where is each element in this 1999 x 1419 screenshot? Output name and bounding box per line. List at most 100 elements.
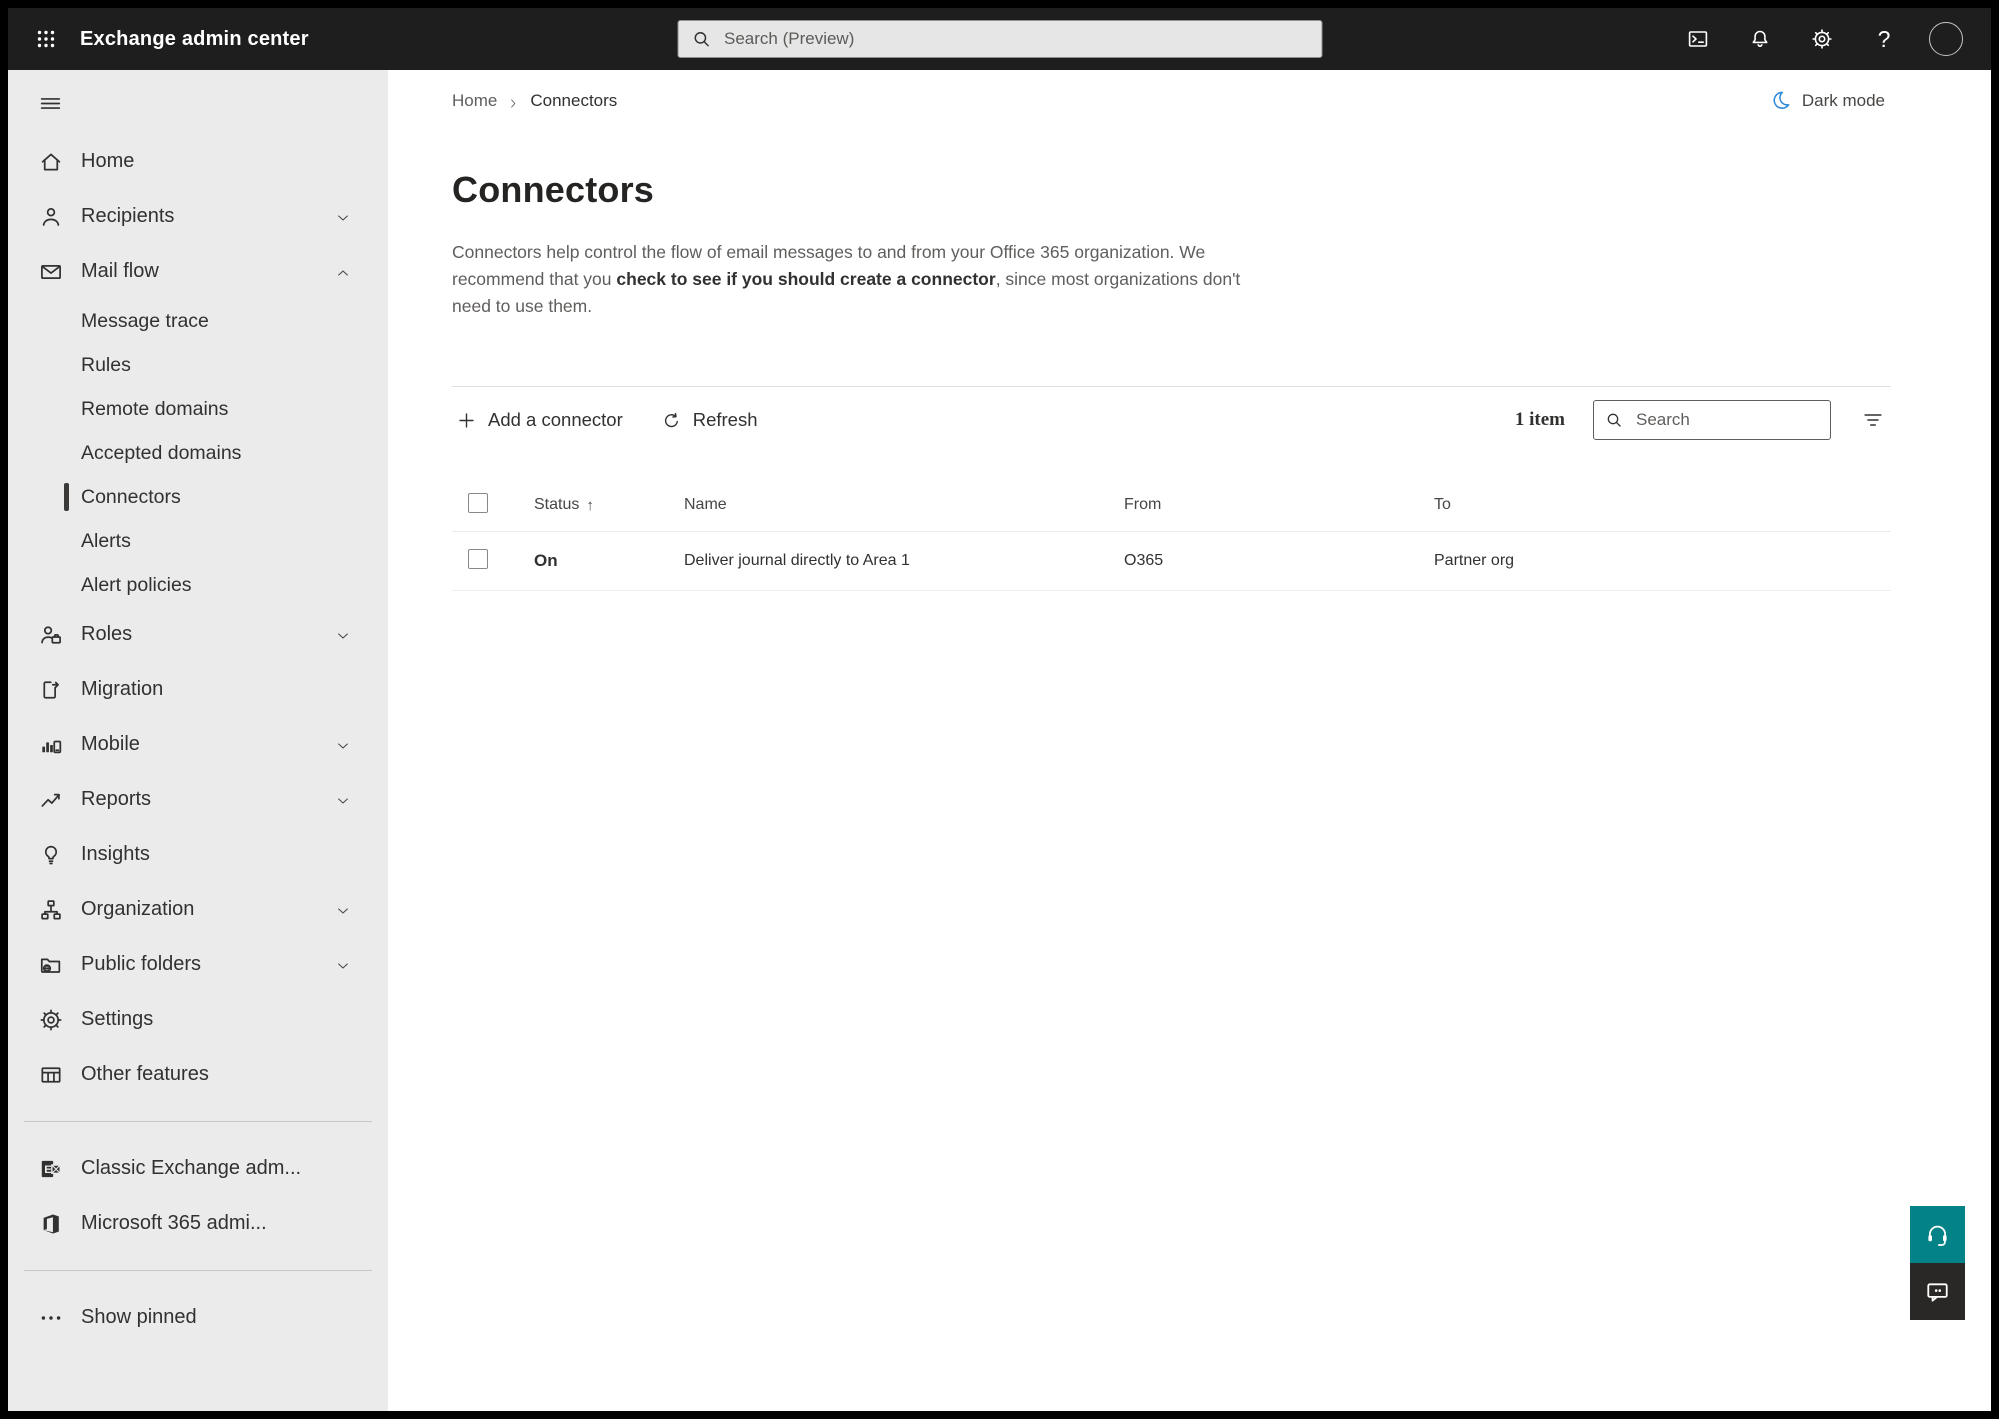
sidebar-item-classic-exchange[interactable]: E Classic Exchange adm... [8,1141,388,1196]
column-header-label: To [1434,496,1451,513]
chevron-right-icon [507,95,520,108]
sort-ascending-icon: ↑ [586,496,594,514]
dark-mode-toggle[interactable]: Dark mode [1763,88,1891,113]
sidebar-item-microsoft-365[interactable]: Microsoft 365 admi... [8,1196,388,1251]
sidebar-item-label: Connectors [81,485,181,508]
sidebar-item-insights[interactable]: Insights [8,827,388,882]
plus-icon [456,410,477,431]
sidebar-item-label: Classic Exchange adm... [81,1157,302,1179]
list-toolbar: Add a connector Refresh 1 item [452,387,1891,453]
sidebar-item-show-pinned[interactable]: Show pinned [8,1290,388,1345]
sidebar-item-label: Mobile [81,733,140,755]
sidebar-item-accepted-domains[interactable]: Accepted domains [8,431,388,475]
sidebar-item-public-folders[interactable]: Public folders [8,937,388,992]
svg-text:E: E [44,1163,52,1175]
cell-to: Partner org [1434,552,1515,569]
sidebar-item-alert-policies[interactable]: Alert policies [8,563,388,607]
filter-icon [1861,407,1885,433]
sidebar-item-recipients[interactable]: Recipients [8,189,388,244]
sidebar-nav: Home Recipients Mail flow Message trace Rule… [8,134,388,1345]
sidebar-item-mobile[interactable]: Mobile [8,717,388,772]
cloud-shell-button[interactable] [1667,15,1729,63]
help-button[interactable]: ? [1853,15,1915,63]
sidebar-item-message-trace[interactable]: Message trace [8,299,388,343]
column-header-from[interactable]: From [1104,496,1414,514]
sidebar-item-reports[interactable]: Reports [8,772,388,827]
mail-icon [38,259,64,285]
sidebar-item-rules[interactable]: Rules [8,343,388,387]
sidebar: Home Recipients Mail flow Message trace Rule… [8,70,388,1411]
support-button[interactable] [1910,1206,1965,1263]
moon-icon [1769,89,1792,112]
column-header-name[interactable]: Name [664,496,1104,514]
topbar-left: Exchange admin center [8,15,309,63]
feedback-button[interactable] [1910,1263,1965,1320]
column-header-status[interactable]: Status ↑ [514,496,664,514]
topbar-search [677,20,1322,58]
sidebar-item-migration[interactable]: Migration [8,662,388,717]
settings-button[interactable] [1791,15,1853,63]
sidebar-item-connectors[interactable]: Connectors [8,475,388,519]
refresh-label: Refresh [692,409,758,430]
table-row[interactable]: On Deliver journal directly to Area 1 O365… [452,532,1891,591]
sidebar-item-label: Home [81,150,135,172]
headset-icon [1924,1221,1951,1248]
breadcrumb-current: Connectors [530,90,618,110]
sidebar-item-home[interactable]: Home [8,134,388,189]
sidebar-item-alerts[interactable]: Alerts [8,519,388,563]
page-description: Connectors help control the flow of emai… [452,239,1257,320]
insights-icon [38,842,64,868]
home-icon [38,149,64,175]
public-folders-icon [38,952,64,978]
sidebar-collapse-button[interactable] [28,84,72,122]
topbar-search-input[interactable] [722,28,1309,50]
sidebar-item-label: Roles [81,623,133,645]
organization-icon [38,897,64,923]
select-all-checkbox[interactable] [468,492,488,513]
column-header-label: From [1124,496,1162,513]
classic-exchange-icon: E [38,1156,64,1182]
cell-from: O365 [1124,552,1164,569]
sidebar-item-settings[interactable]: Settings [8,992,388,1047]
sidebar-divider [24,1121,372,1122]
gear-icon [1810,27,1834,51]
app-launcher-icon [34,27,58,51]
sidebar-item-other-features[interactable]: Other features [8,1047,388,1102]
sidebar-item-roles[interactable]: Roles [8,607,388,662]
column-header-to[interactable]: To [1414,496,1891,514]
sidebar-item-mail-flow[interactable]: Mail flow [8,244,388,299]
list-search [1593,400,1831,440]
chevron-down-icon [335,957,351,973]
sidebar-item-label: Other features [81,1063,209,1085]
row-checkbox-cell [452,548,514,574]
list-search-input[interactable] [1634,409,1820,431]
terminal-icon [1686,27,1710,51]
chevron-down-icon [335,737,351,753]
account-button[interactable] [1915,15,1977,63]
chevron-up-icon [335,264,351,280]
sidebar-item-organization[interactable]: Organization [8,882,388,937]
sidebar-item-label: Recipients [81,205,175,227]
add-connector-button[interactable]: Add a connector [452,403,627,437]
refresh-button[interactable]: Refresh [657,403,762,437]
topbar-actions: ? [1667,15,1991,63]
description-link[interactable]: check to see if you should create a conn… [616,269,995,289]
sidebar-item-label: Accepted domains [81,441,242,464]
sidebar-item-remote-domains[interactable]: Remote domains [8,387,388,431]
sidebar-item-label: Remote domains [81,397,229,420]
microsoft-365-icon [38,1211,64,1237]
search-icon [690,28,712,50]
chevron-down-icon [335,902,351,918]
topbar-title: Exchange admin center [80,27,309,50]
chevron-down-icon [335,627,351,643]
sidebar-item-label: Microsoft 365 admi... [81,1212,267,1234]
row-checkbox[interactable] [468,548,488,569]
settings-icon [38,1007,64,1033]
app-launcher-button[interactable] [24,15,68,63]
filter-button[interactable] [1855,402,1891,438]
help-icon: ? [1877,25,1891,52]
notifications-button[interactable] [1729,15,1791,63]
sidebar-item-label: Insights [81,843,150,865]
page-title: Connectors [452,169,655,210]
breadcrumb-home-link[interactable]: Home [452,91,497,111]
